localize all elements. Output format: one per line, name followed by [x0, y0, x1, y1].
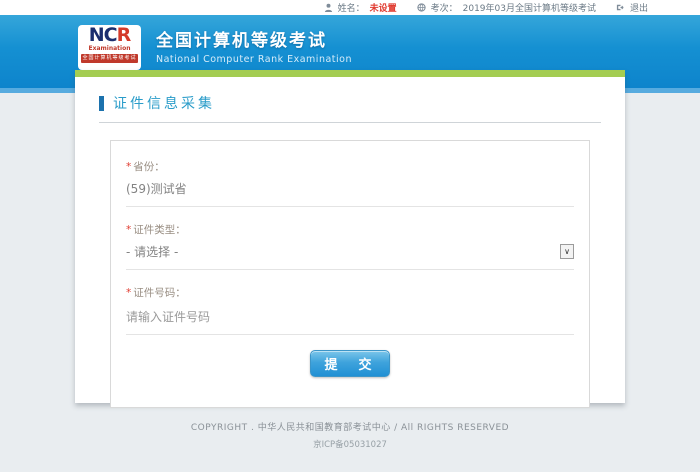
header-titles: 全国计算机等级考试 National Computer Rank Examina…	[156, 26, 352, 65]
cert-type-field: *证件类型： - 请选择 - ∨	[126, 222, 574, 270]
required-asterisk: *	[126, 224, 131, 236]
logo-abbr-r: R	[117, 25, 131, 46]
page-footer: COPYRIGHT . 中华人民共和国教育部考试中心 / All RIGHTS …	[0, 420, 700, 450]
page-title: 证件信息采集	[113, 93, 215, 113]
user-info-bar: 姓名： 未设置 考次： 2019年03月全国计算机等级考试 退出	[324, 1, 648, 14]
section-header: 证件信息采集	[99, 93, 601, 123]
section-accent-bar	[99, 96, 104, 111]
cert-number-input[interactable]	[126, 310, 574, 324]
cert-number-label-row: *证件号码：	[126, 285, 574, 300]
name-label: 姓名：	[338, 1, 365, 14]
cert-type-select[interactable]: - 请选择 - ∨	[126, 243, 574, 260]
province-label-row: *省份：	[126, 159, 574, 174]
site-subtitle: National Computer Rank Examination	[156, 54, 352, 65]
ncre-logo: NCR Examination 全国计算机等级考试	[78, 25, 141, 70]
site-title: 全国计算机等级考试	[156, 26, 352, 51]
content-panel: 证件信息采集 *省份： (59)测试省 *证件类型： - 请选择 - ∨ *证件…	[75, 70, 625, 403]
logo-abbr: NCR	[89, 26, 131, 45]
province-label: 省份：	[133, 161, 165, 173]
province-field: *省份： (59)测试省	[126, 159, 574, 207]
session-label: 考次：	[431, 1, 458, 14]
topbar: 姓名： 未设置 考次： 2019年03月全国计算机等级考试 退出	[0, 0, 700, 15]
name-value: 未设置	[370, 1, 397, 14]
cert-type-label: 证件类型：	[133, 224, 186, 236]
chevron-down-icon[interactable]: ∨	[560, 244, 574, 259]
logo-banner: 全国计算机等级考试	[81, 54, 138, 63]
globe-icon	[417, 3, 426, 12]
required-asterisk: *	[126, 161, 131, 173]
province-value: (59)测试省	[126, 180, 574, 197]
cert-number-field: *证件号码：	[126, 285, 574, 335]
icp-line: 京ICP备05031027	[0, 438, 700, 450]
required-asterisk: *	[126, 287, 131, 299]
cert-type-selected-value: - 请选择 -	[126, 243, 178, 260]
logout-icon	[616, 3, 625, 12]
id-info-form: *省份： (59)测试省 *证件类型： - 请选择 - ∨ *证件号码： 提 交	[110, 140, 590, 408]
user-icon	[324, 3, 333, 12]
logout-button[interactable]: 退出	[630, 1, 648, 14]
logo-subtext: Examination	[89, 45, 131, 52]
logo-abbr-nc: NC	[89, 25, 117, 46]
green-accent-strip	[75, 70, 625, 77]
cert-type-label-row: *证件类型：	[126, 222, 574, 237]
submit-button[interactable]: 提 交	[310, 350, 390, 377]
submit-row: 提 交	[126, 350, 574, 377]
session-value: 2019年03月全国计算机等级考试	[463, 1, 596, 14]
cert-number-label: 证件号码：	[133, 287, 186, 299]
copyright-line: COPYRIGHT . 中华人民共和国教育部考试中心 / All RIGHTS …	[0, 420, 700, 433]
